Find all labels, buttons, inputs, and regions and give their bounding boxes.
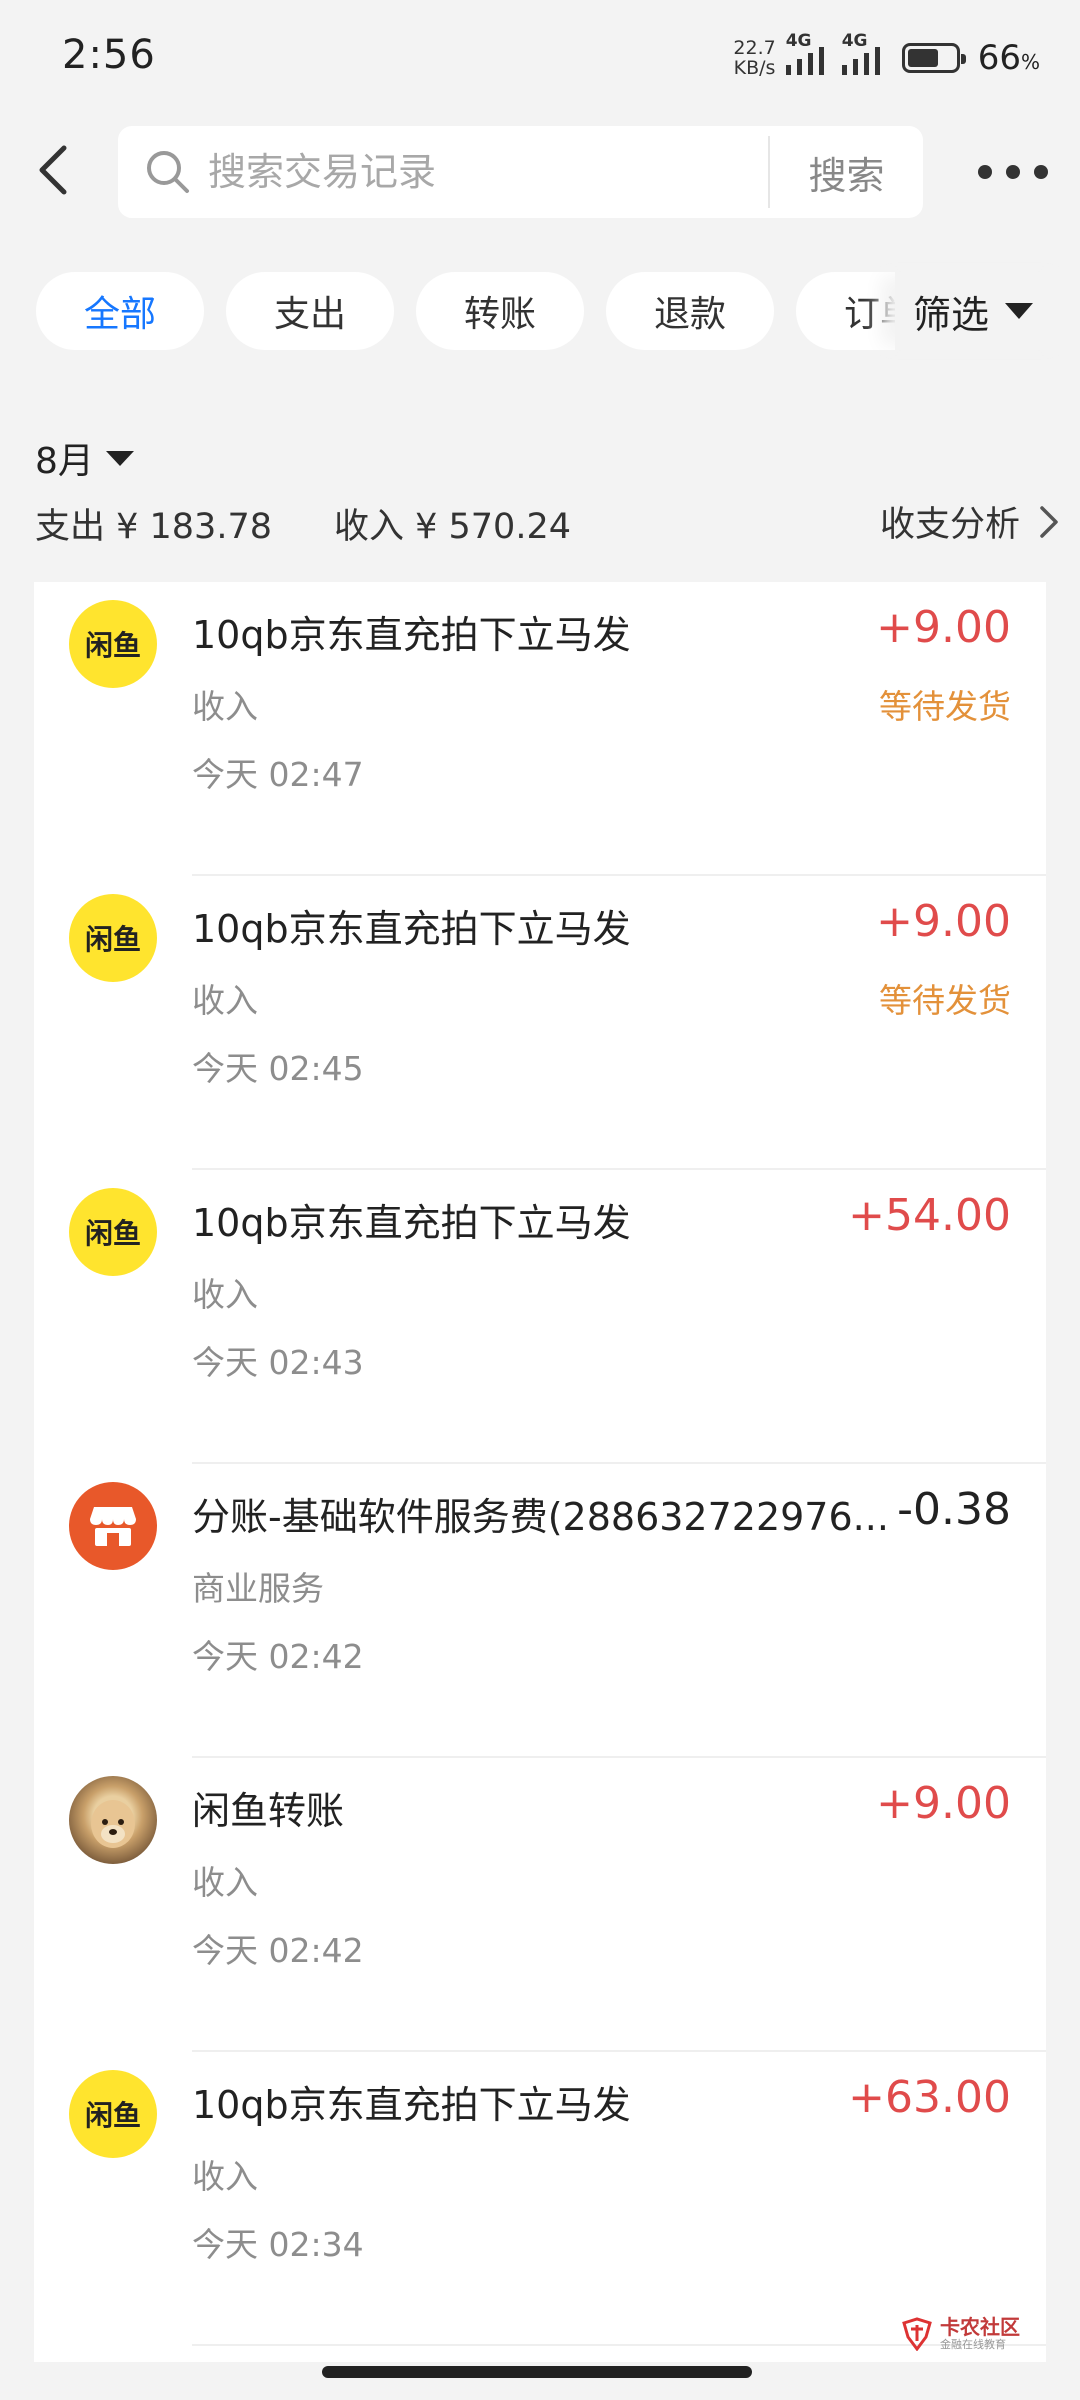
status-bar: 2:56 22.7 KB/s 4G 4G 66%	[0, 0, 1080, 120]
home-indicator[interactable]	[322, 2366, 752, 2378]
signal-icon-2: 4G	[841, 31, 880, 75]
transaction-category: 收入	[192, 981, 258, 1020]
signal-icon: 4G	[785, 31, 824, 75]
kanong-logo-icon	[902, 2316, 932, 2351]
transaction-status: 等待发货	[879, 981, 1011, 1020]
expense-total: 支出 ¥ 183.78	[35, 507, 272, 547]
transaction-title: 分账-基础软件服务费(288632722976...	[192, 1495, 889, 1539]
filter-tabs: 全部 支出 转账 退款 订单	[0, 272, 900, 352]
transaction-amount: +9.00	[876, 602, 1011, 653]
triangle-down-icon	[1005, 303, 1034, 319]
dog-avatar	[69, 1776, 157, 1864]
transaction-time: 今天 02:42	[192, 1931, 364, 1970]
chevron-right-icon	[1040, 505, 1058, 538]
search-input[interactable]	[208, 142, 858, 202]
xianyu-logo-icon: 闲鱼	[69, 894, 157, 982]
month-selector[interactable]: 8月	[35, 432, 134, 484]
battery-percent: 66%	[977, 38, 1040, 78]
filter-button[interactable]: 筛选	[895, 272, 1080, 350]
transaction-category: 收入	[192, 1275, 258, 1314]
transaction-row[interactable]: 闲鱼转账 +9.00 收入 今天 02:42	[34, 1758, 1046, 2052]
xianyu-logo-icon: 闲鱼	[69, 1188, 157, 1276]
transaction-time: 今天 02:45	[192, 1049, 364, 1088]
network-speed: 22.7 KB/s	[733, 37, 776, 79]
dot-icon	[978, 165, 992, 179]
tab-order[interactable]: 订单	[796, 272, 900, 350]
transaction-time: 今天 02:47	[192, 755, 364, 794]
search-icon	[147, 151, 189, 193]
tab-refund[interactable]: 退款	[606, 272, 774, 350]
tab-transfer[interactable]: 转账	[416, 272, 584, 350]
transaction-category: 收入	[192, 1863, 258, 1902]
transaction-time: 今天 02:42	[192, 1637, 364, 1676]
shop-icon	[69, 1482, 157, 1570]
status-time: 2:56	[62, 32, 156, 78]
transaction-row[interactable]: 闲鱼 10qb京东直充拍下立马发 +9.00 收入 等待发货 今天 02:45	[34, 876, 1046, 1170]
search-box[interactable]: 搜索	[118, 126, 923, 218]
transaction-time: 今天 02:43	[192, 1343, 364, 1382]
transaction-title: 10qb京东直充拍下立马发	[192, 2083, 631, 2127]
transaction-row[interactable]: 闲鱼 10qb京东直充拍下立马发 +63.00 收入 今天 02:34	[34, 2052, 1046, 2346]
transaction-amount: +9.00	[876, 1778, 1011, 1829]
svg-text:闲鱼: 闲鱼	[85, 2099, 141, 2132]
transaction-amount: -0.38	[897, 1484, 1011, 1535]
tab-expense[interactable]: 支出	[226, 272, 394, 350]
transaction-category: 商业服务	[192, 1569, 324, 1608]
month-summary: 支出 ¥ 183.78 收入 ¥ 570.24	[35, 498, 571, 549]
back-button[interactable]	[30, 140, 86, 200]
triangle-down-icon	[105, 450, 134, 466]
transaction-title: 闲鱼转账	[192, 1789, 345, 1833]
svg-text:闲鱼: 闲鱼	[85, 629, 141, 662]
search-button[interactable]: 搜索	[770, 126, 923, 218]
transaction-time: 今天 02:34	[192, 2225, 364, 2264]
chevron-left-icon	[39, 145, 67, 195]
transaction-list: 闲鱼 10qb京东直充拍下立马发 +9.00 收入 等待发货 今天 02:47 …	[34, 582, 1046, 2362]
transaction-title: 10qb京东直充拍下立马发	[192, 907, 631, 951]
transaction-amount: +63.00	[848, 2072, 1011, 2123]
status-icons: 22.7 KB/s 4G 4G 66%	[733, 31, 1040, 82]
dot-icon	[1006, 165, 1020, 179]
transaction-row[interactable]: 分账-基础软件服务费(288632722976... -0.38 商业服务 今天…	[34, 1464, 1046, 1758]
transaction-amount: +9.00	[876, 896, 1011, 947]
svg-text:闲鱼: 闲鱼	[85, 1217, 141, 1250]
income-total: 收入 ¥ 570.24	[334, 507, 571, 547]
transaction-amount: +54.00	[848, 1190, 1011, 1241]
analysis-link[interactable]: 收支分析	[880, 496, 1060, 547]
transaction-row[interactable]: 闲鱼 10qb京东直充拍下立马发 +9.00 收入 等待发货 今天 02:47	[34, 582, 1046, 876]
transaction-category: 收入	[192, 687, 258, 726]
transaction-title: 10qb京东直充拍下立马发	[192, 1201, 631, 1245]
transaction-category: 收入	[192, 2157, 258, 2196]
transaction-title: 10qb京东直充拍下立马发	[192, 613, 631, 657]
dot-icon	[1034, 165, 1048, 179]
transaction-status: 等待发货	[879, 687, 1011, 726]
battery-icon	[901, 43, 966, 73]
tab-all[interactable]: 全部	[36, 272, 204, 350]
watermark: 卡农社区 金融在线教育	[900, 2316, 1020, 2351]
transaction-row[interactable]: 闲鱼 10qb京东直充拍下立马发 +54.00 收入 今天 02:43	[34, 1170, 1046, 1464]
more-options-button[interactable]	[978, 160, 1048, 184]
svg-text:闲鱼: 闲鱼	[85, 923, 141, 956]
xianyu-logo-icon: 闲鱼	[69, 600, 157, 688]
xianyu-logo-icon: 闲鱼	[69, 2070, 157, 2158]
